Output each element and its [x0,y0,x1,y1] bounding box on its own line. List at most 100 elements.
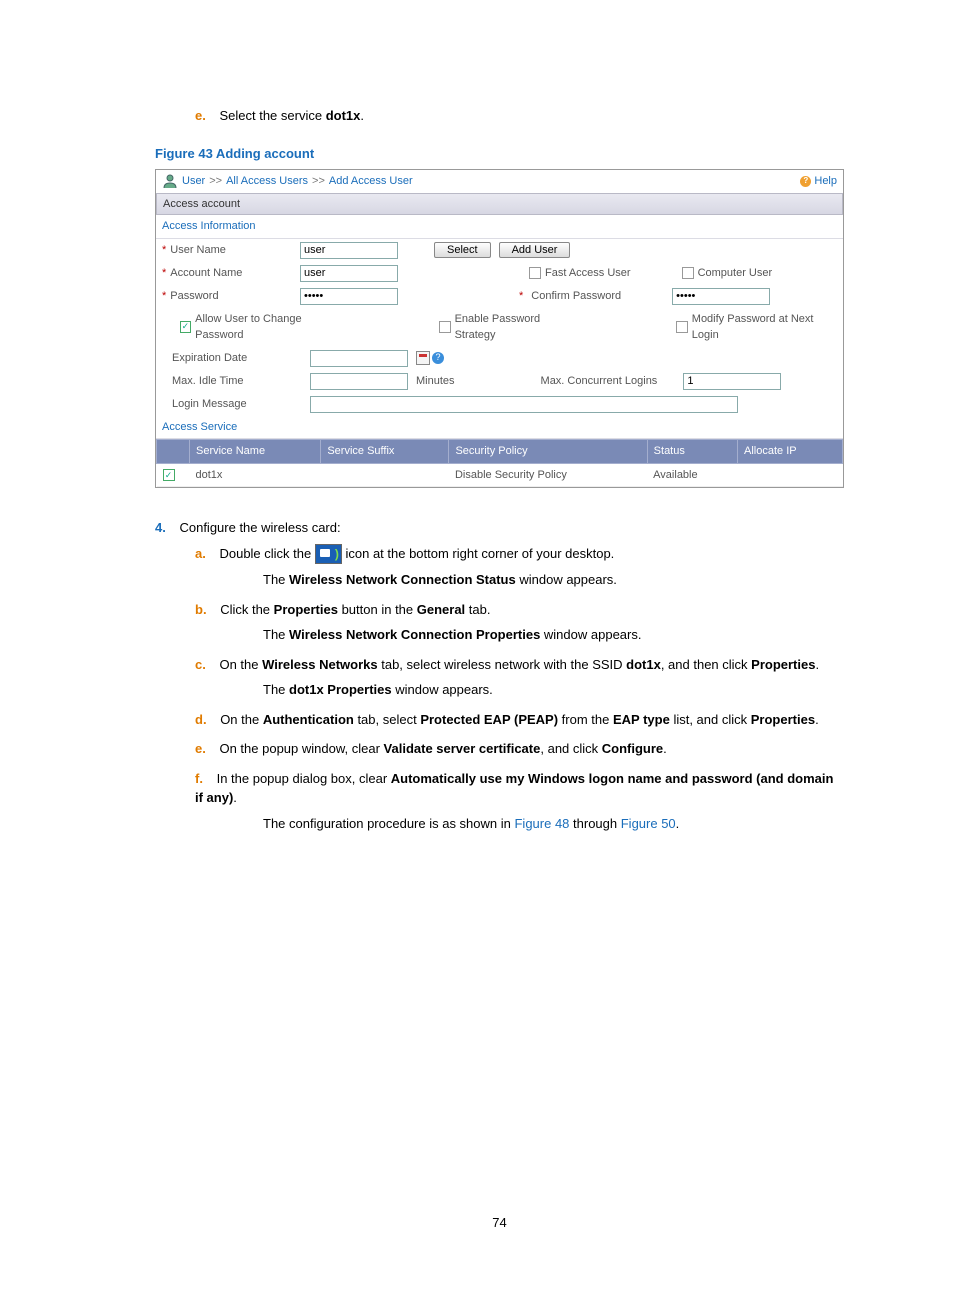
checkbox-allow-change[interactable]: ✓ [180,321,192,333]
step-4d-b1: Authentication [263,712,354,727]
cell-service-name: dot1x [190,463,321,487]
step-4c-b3: Properties [751,657,815,672]
label-allow-change: Allow User to Change Password [195,311,346,344]
breadcrumb-sep-2: >> [312,173,325,190]
step-4c-after: The [263,682,289,697]
step-4b-mid: button in the [338,602,417,617]
section-access-account: Access account [156,193,843,216]
step-4d-mid: tab, select [354,712,420,727]
figure-caption: Figure 43 Adding account [155,144,844,164]
wireless-tray-icon [315,544,342,564]
step-4f-mid: through [569,816,620,831]
input-password[interactable] [300,288,398,305]
label-confirm-password: Confirm Password [531,288,621,305]
step-4a-bold: Wireless Network Connection Status [289,572,516,587]
label-account-name: Account Name [170,265,242,282]
step-4e-pre: On the popup window, clear [219,741,383,756]
step-4-title: Configure the wireless card: [179,520,340,535]
step-4b-b2: General [417,602,465,617]
label-computer-user: Computer User [698,265,773,282]
step-4b-pre: Click the [220,602,273,617]
step-4f-after: The configuration procedure is as shown … [263,816,514,831]
step-4d-b2: Protected EAP (PEAP) [420,712,558,727]
breadcrumb-add[interactable]: Add Access User [329,173,413,190]
step-4e-b1: Validate server certificate [384,741,541,756]
page-number: 74 [155,1213,844,1233]
step-4b-post: tab. [465,602,490,617]
figure-50-link[interactable]: Figure 50 [621,816,676,831]
th-security-policy: Security Policy [449,440,647,464]
step-4d-mid2: from the [558,712,613,727]
step-4c-bold: dot1x Properties [289,682,392,697]
figure-48-link[interactable]: Figure 48 [514,816,569,831]
step-4f-letter: f. [195,771,203,786]
checkbox-strategy[interactable] [439,321,451,333]
label-expiration: Expiration Date [172,350,247,367]
step-4b-after2: window appears. [540,627,641,642]
select-button[interactable]: Select [434,242,491,258]
unit-minutes: Minutes [416,373,455,390]
step-4c-b2: dot1x [626,657,661,672]
step-4a-letter: a. [195,546,206,561]
input-idle[interactable] [310,373,408,390]
help-expiration-icon[interactable]: ? [432,352,444,364]
input-expiration[interactable] [310,350,408,367]
th-allocate-ip: Allocate IP [738,440,843,464]
step-4f-dot: . [233,790,237,805]
step-4b-letter: b. [195,602,207,617]
checkbox-next-login[interactable] [676,321,688,333]
step-4d-letter: d. [195,712,207,727]
step-4d-pre: On the [220,712,263,727]
step-4f-dot2: . [676,816,680,831]
label-password: Password [170,288,218,305]
step-4d-post: list, and click [670,712,751,727]
help-label: Help [814,173,837,190]
th-status: Status [647,440,737,464]
step-4e-letter: e. [195,741,206,756]
step-4a-post: icon at the bottom right corner of your … [345,546,614,561]
section-access-service: Access Service [156,416,843,440]
breadcrumb-all[interactable]: All Access Users [226,173,308,190]
input-concurrent[interactable] [683,373,781,390]
step-4b-bold: Wireless Network Connection Properties [289,627,540,642]
label-concurrent: Max. Concurrent Logins [541,373,658,390]
input-confirm-password[interactable] [672,288,770,305]
step-4-num: 4. [155,520,166,535]
section-access-info: Access Information [156,215,843,239]
checkbox-service-dot1x[interactable]: ✓ [163,469,175,481]
checkbox-fast-access[interactable] [529,267,541,279]
label-fast-access: Fast Access User [545,265,631,282]
step-letter-e: e. [195,108,206,123]
label-user-name: User Name [170,242,226,259]
step-4e-mid: , and click [540,741,601,756]
step-e-text-pre: Select the service [219,108,325,123]
step-4e-dot: . [663,741,667,756]
step-4d-b3: EAP type [613,712,670,727]
step-4b-b1: Properties [274,602,338,617]
step-4e-b2: Configure [602,741,663,756]
step-4a-after2: window appears. [516,572,617,587]
service-table: Service Name Service Suffix Security Pol… [156,439,843,487]
input-user-name[interactable] [300,242,398,259]
step-e-post: . [360,108,364,123]
label-login-msg: Login Message [172,396,247,413]
breadcrumb-user[interactable]: User [182,173,205,190]
step-4a-pre: Double click the [219,546,314,561]
step-4d-b4: Properties [751,712,815,727]
user-icon [162,173,178,189]
th-service-suffix: Service Suffix [321,440,449,464]
label-strategy: Enable Password Strategy [455,311,579,344]
help-link[interactable]: ? Help [800,173,837,190]
step-4c-pre: On the [219,657,262,672]
breadcrumb-sep-1: >> [209,173,222,190]
input-account-name[interactable] [300,265,398,282]
input-login-msg[interactable] [310,396,738,413]
add-user-button[interactable]: Add User [499,242,571,258]
step-4f-pre: In the popup dialog box, clear [217,771,391,786]
help-icon: ? [800,176,811,187]
label-idle: Max. Idle Time [172,373,244,390]
checkbox-computer-user[interactable] [682,267,694,279]
calendar-icon[interactable] [416,351,430,365]
step-4c-after2: window appears. [392,682,493,697]
step-e-bold: dot1x [326,108,361,123]
